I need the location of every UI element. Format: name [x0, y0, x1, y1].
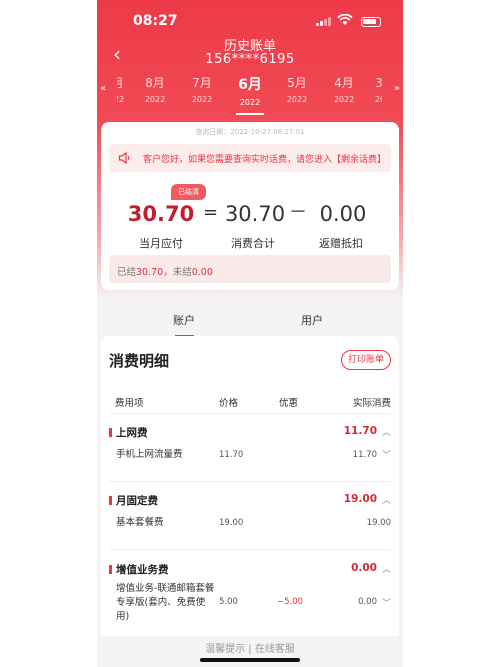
chevron-down-icon[interactable]: ﹀ — [382, 596, 391, 609]
line-item-price: 11.70 — [219, 450, 244, 460]
notice-banner[interactable]: 客户您好，如果您需要查询实时话费，请您进入【剩余话费】 — [109, 144, 391, 172]
category-marker — [109, 496, 112, 505]
category-total: 11.70 — [343, 425, 377, 437]
column-header-discount: 优惠 — [279, 398, 299, 409]
line-item-name: 基本套餐费 — [116, 517, 164, 528]
total-consumption: 30.70 — [224, 202, 286, 226]
month-item[interactable]: 5月 2022 — [277, 74, 317, 104]
settled-amount: 30.70 — [136, 267, 164, 278]
chevron-up-icon[interactable]: ︿ — [382, 562, 391, 575]
category-name: 上网费 — [116, 427, 148, 439]
rebate-amount: 0.00 — [319, 202, 367, 226]
month-item[interactable]: 4月 2022 — [324, 74, 364, 104]
notice-text: 客户您好，如果您需要查询实时话费，请您进入【剩余话费】 — [143, 155, 387, 165]
wifi-icon — [337, 14, 353, 25]
divider — [109, 413, 391, 414]
line-item-price: 5.00 — [219, 597, 238, 607]
line-item-price: 19.00 — [219, 518, 244, 528]
print-bill-button[interactable]: 打印账单 — [341, 350, 391, 370]
divider — [109, 481, 391, 482]
settled-badge: 已结清 — [171, 184, 206, 200]
amount-due-label: 当月应付 — [139, 237, 183, 250]
detail-title: 消费明细 — [109, 352, 170, 370]
home-indicator — [200, 658, 300, 662]
line-item-actual: 11.70 — [352, 450, 377, 460]
tab-account[interactable]: 账户 — [173, 312, 195, 337]
tab-bar: 账户 用户 — [97, 300, 403, 337]
divider — [109, 549, 391, 550]
status-bar: 08:27 — [97, 10, 403, 34]
update-time: 查询日期：2022-10-27 08:27:01 — [195, 128, 305, 136]
signal-icon — [316, 17, 331, 26]
phone-number: 156****6195 — [205, 52, 295, 67]
category-name: 月固定费 — [116, 495, 158, 507]
status-time: 08:27 — [133, 13, 178, 29]
line-item-actual: 0.00 — [358, 597, 377, 607]
month-item[interactable]: 7月 2022 — [182, 74, 222, 104]
summary-card: 查询日期：2022-10-27 08:27:01 客户您好，如果您需要查询实时话… — [101, 122, 399, 290]
category-marker — [109, 428, 112, 437]
unsettled-amount: 0.00 — [191, 267, 213, 278]
line-item-actual: 19.00 — [366, 518, 391, 528]
footer-links[interactable]: 温馨提示 | 在线客服 — [97, 636, 403, 655]
rebate-label: 返赠抵扣 — [319, 237, 363, 250]
amount-due: 30.70 — [127, 202, 195, 226]
tab-user[interactable]: 用户 — [301, 312, 323, 328]
next-months-icon[interactable]: » — [394, 83, 400, 94]
settlement-status: 已结30.70，未结0.00 — [109, 255, 391, 283]
month-item-active[interactable]: 6月 2022 — [230, 74, 270, 115]
category-name: 增值业务费 — [116, 564, 169, 576]
total-label: 消费合计 — [231, 237, 275, 250]
category-total: 19.00 — [343, 493, 377, 505]
speaker-icon — [118, 152, 130, 164]
phone-screen: 08:27 ‹ 历史账单 156****6195 « 9月 2022 8月 2022… — [97, 0, 403, 667]
chevron-up-icon[interactable]: ︿ — [382, 425, 391, 438]
category-marker — [109, 565, 112, 574]
battery-icon — [361, 17, 381, 27]
category-total: 0.00 — [351, 562, 377, 574]
column-header-price: 价格 — [219, 398, 239, 409]
column-header-item: 费用项 — [115, 398, 144, 409]
chevron-down-icon[interactable]: ﹀ — [382, 448, 391, 461]
month-item[interactable]: 9月 2022 — [97, 74, 134, 104]
bottom-bar: 温馨提示 | 在线客服 — [97, 636, 403, 667]
month-selector: « 9月 2022 8月 2022 7月 2022 6月 2022 5月 2022 4月 2… — [97, 72, 403, 115]
column-header-actual: 实际消费 — [352, 398, 391, 409]
month-item[interactable]: 8月 2022 — [135, 74, 175, 104]
line-item-name: 增值业务-联通邮箱套餐专享版(套内、免费使用) — [116, 583, 215, 622]
chevron-up-icon[interactable]: ︿ — [382, 493, 391, 506]
line-item-name: 手机上网流量费 — [116, 449, 183, 460]
consumption-detail-card: 消费明细 打印账单 费用项 价格 优惠 实际消费 上网费 11.70 ︿ 手机上… — [101, 336, 399, 636]
line-item-discount: −5.00 — [277, 597, 304, 607]
